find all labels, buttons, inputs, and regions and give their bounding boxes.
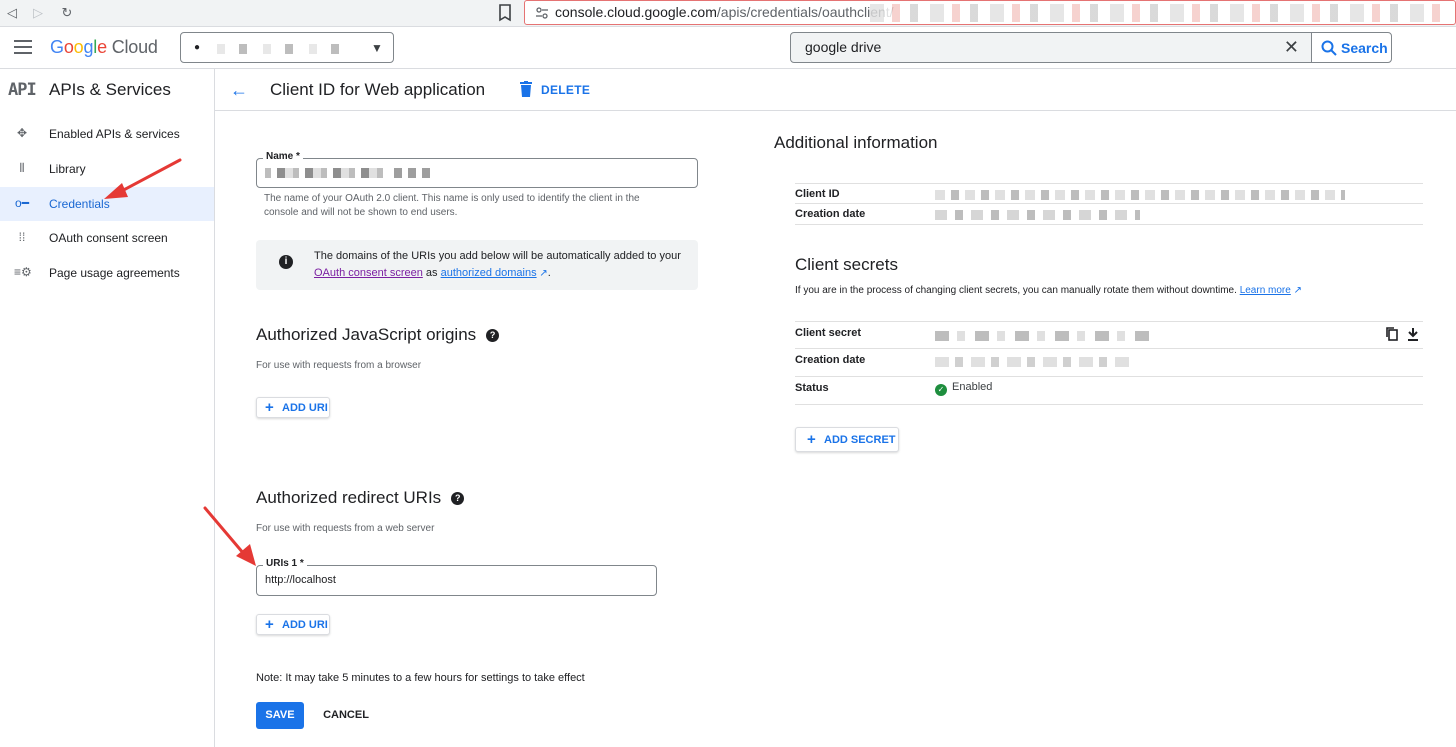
- oauth-consent-link[interactable]: OAuth consent screen: [314, 267, 423, 279]
- plus-icon: +: [807, 431, 816, 448]
- clear-search-icon[interactable]: ✕: [1284, 37, 1299, 58]
- address-bar[interactable]: console.cloud.google.com/apis/credential…: [524, 0, 1456, 25]
- settings-list-icon: ≡⚙: [14, 265, 32, 279]
- menu-icon[interactable]: [14, 40, 32, 54]
- client-secrets-title: Client secrets: [795, 255, 898, 274]
- consent-icon: ⁞⁞: [18, 230, 26, 244]
- info-banner: i The domains of the URIs you add below …: [256, 240, 698, 290]
- secret-status-row: Status ✓ Enabled: [795, 377, 1423, 405]
- sidebar-title: APIs & Services: [49, 80, 171, 99]
- sidebar-item-oauth-consent[interactable]: ⁞⁞ OAuth consent screen: [0, 221, 214, 255]
- client-id-row: Client ID: [795, 183, 1423, 204]
- learn-more-link[interactable]: Learn more: [1240, 285, 1291, 296]
- info-icon: i: [279, 255, 293, 269]
- redacted-client-id[interactable]: [935, 189, 1345, 201]
- redirect-uri-value[interactable]: http://localhost: [265, 574, 336, 586]
- project-icon: ●: [194, 42, 201, 53]
- search-box[interactable]: ✕: [790, 32, 1312, 63]
- cancel-button[interactable]: CANCEL: [318, 702, 374, 729]
- key-icon: o━: [15, 196, 29, 210]
- redacted-url-segment: [870, 4, 1450, 22]
- redacted-client-secret[interactable]: [935, 330, 1150, 342]
- client-secret-row: Client secret: [795, 321, 1423, 349]
- client-creation-row: Creation date: [795, 204, 1423, 225]
- search-icon: [1321, 40, 1337, 56]
- site-settings-icon[interactable]: [535, 6, 549, 20]
- redacted-project-name: [217, 44, 347, 54]
- external-link-icon: ↗: [536, 268, 548, 279]
- project-picker[interactable]: ● ▼: [180, 32, 394, 63]
- library-icon: ⦀: [19, 161, 25, 175]
- bookmark-icon[interactable]: [498, 4, 512, 22]
- redirect-uris-subtitle: For use with requests from a web server: [256, 523, 435, 534]
- sidebar: API APIs & Services ✥ Enabled APIs & ser…: [0, 69, 215, 747]
- browser-toolbar: ◁ ▷ ↻ console.cloud.google.com/apis/cred…: [0, 0, 1456, 27]
- sidebar-item-enabled-apis[interactable]: ✥ Enabled APIs & services: [0, 117, 214, 151]
- redirect-uris-title: Authorized redirect URIs?: [256, 488, 465, 508]
- plus-icon: +: [265, 399, 274, 416]
- page-title: Client ID for Web application: [270, 80, 486, 99]
- url-text: console.cloud.google.com/apis/credential…: [555, 4, 894, 20]
- api-badge: API: [8, 80, 37, 100]
- redacted-secret-creation-date: [935, 356, 1135, 368]
- redacted-creation-date: [935, 209, 1140, 221]
- search-button[interactable]: Search: [1311, 32, 1392, 63]
- redacted-name-value: [265, 167, 435, 179]
- client-secrets-description: If you are in the process of changing cl…: [795, 285, 1302, 296]
- secret-creation-row: Creation date: [795, 349, 1423, 377]
- js-origins-title: Authorized JavaScript origins?: [256, 325, 500, 345]
- back-arrow-icon[interactable]: ←: [230, 80, 248, 101]
- app-header: Google Cloud ● ▼ ✕ Search: [0, 27, 1456, 69]
- sidebar-item-credentials[interactable]: o━ Credentials: [0, 187, 214, 221]
- additional-info-title: Additional information: [774, 133, 938, 152]
- sidebar-item-library[interactable]: ⦀ Library: [0, 152, 214, 186]
- reload-icon[interactable]: ↻: [57, 3, 77, 23]
- forward-nav-icon[interactable]: ▷: [28, 3, 48, 23]
- plus-icon: +: [265, 616, 274, 633]
- settings-note: Note: It may take 5 minutes to a few hou…: [256, 672, 585, 684]
- authorized-domains-link[interactable]: authorized domains: [441, 267, 537, 279]
- copy-icon[interactable]: [1386, 327, 1399, 341]
- search-input[interactable]: [805, 39, 1265, 55]
- name-hint: The name of your OAuth 2.0 client. This …: [264, 193, 640, 218]
- js-origins-subtitle: For use with requests from a browser: [256, 360, 422, 371]
- save-button[interactable]: SAVE: [256, 702, 304, 729]
- redirect-uri-field[interactable]: URIs 1 * http://localhost: [256, 558, 657, 596]
- download-icon[interactable]: [1407, 327, 1419, 341]
- page-toolbar: ← Client ID for Web application DELETE: [215, 69, 1456, 111]
- sidebar-item-page-usage[interactable]: ≡⚙ Page usage agreements: [0, 256, 214, 290]
- chevron-down-icon: ▼: [371, 41, 383, 55]
- external-link-icon: ↗: [1290, 285, 1302, 296]
- add-secret-button[interactable]: + ADD SECRET: [795, 427, 899, 452]
- status-badge: ✓ Enabled: [935, 381, 992, 396]
- check-circle-icon: ✓: [935, 384, 947, 396]
- back-nav-icon[interactable]: ◁: [2, 3, 22, 23]
- add-redirect-uri-button[interactable]: + ADD URI: [256, 614, 330, 635]
- google-cloud-logo[interactable]: Google Cloud: [50, 37, 158, 58]
- apis-icon: ✥: [16, 126, 28, 140]
- help-icon[interactable]: ?: [486, 329, 500, 342]
- add-js-origin-button[interactable]: + ADD URI: [256, 397, 330, 418]
- help-icon[interactable]: ?: [451, 492, 465, 505]
- name-field[interactable]: Name *: [256, 151, 698, 188]
- trash-icon: [520, 81, 532, 97]
